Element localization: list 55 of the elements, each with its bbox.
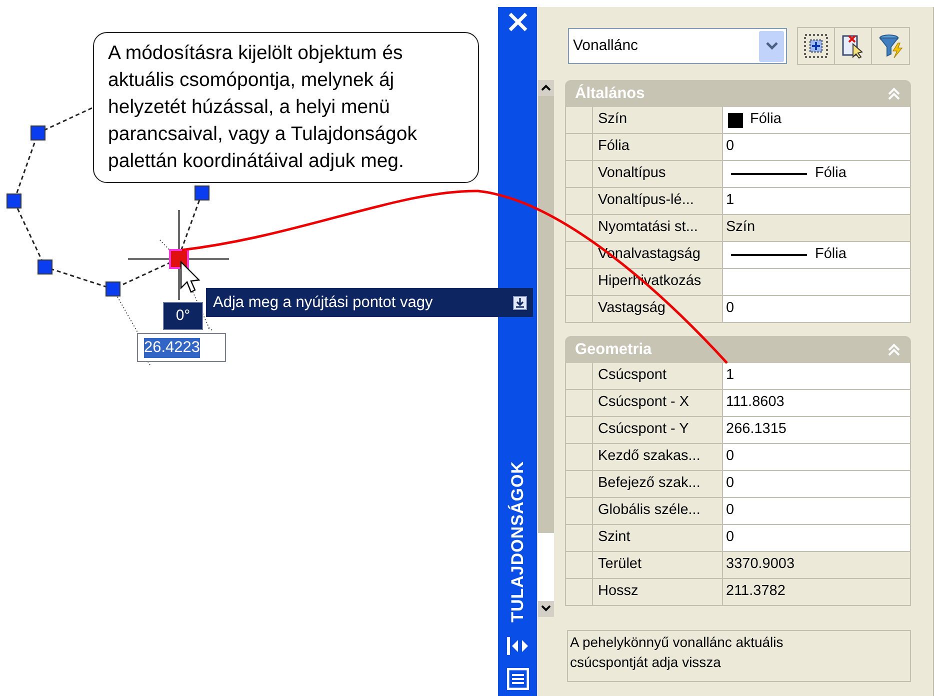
angle-tooltip: 0° — [163, 302, 203, 330]
description-box: A pehelykönnyű vonallánc aktuális csúcspontját adja vissza — [567, 630, 911, 682]
value-cell[interactable]: 0 — [723, 498, 910, 524]
property-label: Terület — [598, 555, 642, 574]
property-label: Globális széle... — [598, 501, 700, 520]
property-label: Nyomtatási st... — [598, 218, 698, 238]
double-chevron-up-icon — [887, 86, 901, 100]
property-label: Kezdő szakas... — [598, 447, 700, 466]
property-value: Fólia — [815, 245, 846, 264]
page-cursor-icon — [840, 33, 866, 59]
property-value: Fólia — [750, 110, 782, 130]
property-label: Szint — [598, 528, 630, 548]
palette-title: TULAJDONSÁGOK — [506, 460, 528, 622]
property-value: Fólia — [815, 164, 846, 184]
linetype-sample-icon — [731, 254, 807, 256]
property-label: Szín — [598, 110, 628, 130]
property-label: Csúcspont - X — [598, 393, 690, 412]
property-label: Csúcspont - Y — [598, 420, 689, 440]
double-chevron-up-icon — [887, 342, 901, 356]
property-label: Vonaltípus-lé... — [598, 191, 694, 210]
download-icon[interactable] — [513, 296, 527, 310]
property-label: Fólia — [598, 137, 630, 156]
value-cell[interactable]: 0 — [723, 134, 910, 160]
value-cell[interactable]: Fólia — [723, 107, 910, 133]
property-label: Vastagság — [598, 299, 666, 318]
value-cell[interactable] — [723, 269, 910, 295]
object-type-dropdown[interactable]: Vonallánc — [568, 28, 787, 64]
value-cell[interactable]: Fólia — [723, 242, 910, 268]
value-cell[interactable]: 1 — [723, 363, 910, 389]
value-cell[interactable]: 0 — [723, 296, 910, 322]
property-label: Hossz — [598, 582, 638, 602]
value-cell[interactable]: 0 — [723, 471, 910, 497]
value-cell[interactable]: 111.8603 — [723, 390, 910, 416]
scroll-bar[interactable] — [538, 80, 554, 617]
prompt-text: Adja meg a nyújtási pontot vagy — [213, 292, 434, 313]
linetype-sample-icon — [731, 173, 807, 175]
value-cell[interactable]: 266.1315 — [723, 417, 910, 443]
funnel-lightning-icon — [878, 33, 904, 59]
selected-grip-icon — [169, 249, 189, 269]
value-cell[interactable]: Fólia — [723, 161, 910, 187]
auto-hide-icon[interactable] — [506, 636, 530, 656]
value-cell[interactable]: 1 — [723, 188, 910, 214]
distance-input[interactable]: 26.4223 — [137, 333, 226, 362]
callout-box: A módosításra kijelölt objektum és aktuális csomópontja, melynek áj helyzetét húzással, a helyi menü parancsaival, vagy a Tulajdonságok palettán koordinátáival adjuk meg. — [93, 32, 479, 183]
property-label: Vonaltípus — [598, 164, 666, 184]
chevron-down-icon — [766, 42, 778, 50]
cursor-icon — [180, 260, 200, 293]
property-label: Csúcspont — [598, 366, 667, 386]
dotted-box-plus-icon — [803, 33, 829, 59]
list-icon[interactable] — [506, 668, 528, 690]
value-cell[interactable]: 0 — [723, 525, 910, 551]
value-cell[interactable]: 0 — [723, 444, 910, 470]
color-swatch-icon — [728, 112, 743, 128]
close-icon[interactable] — [506, 11, 528, 33]
property-label: Befejező szak... — [598, 474, 700, 494]
